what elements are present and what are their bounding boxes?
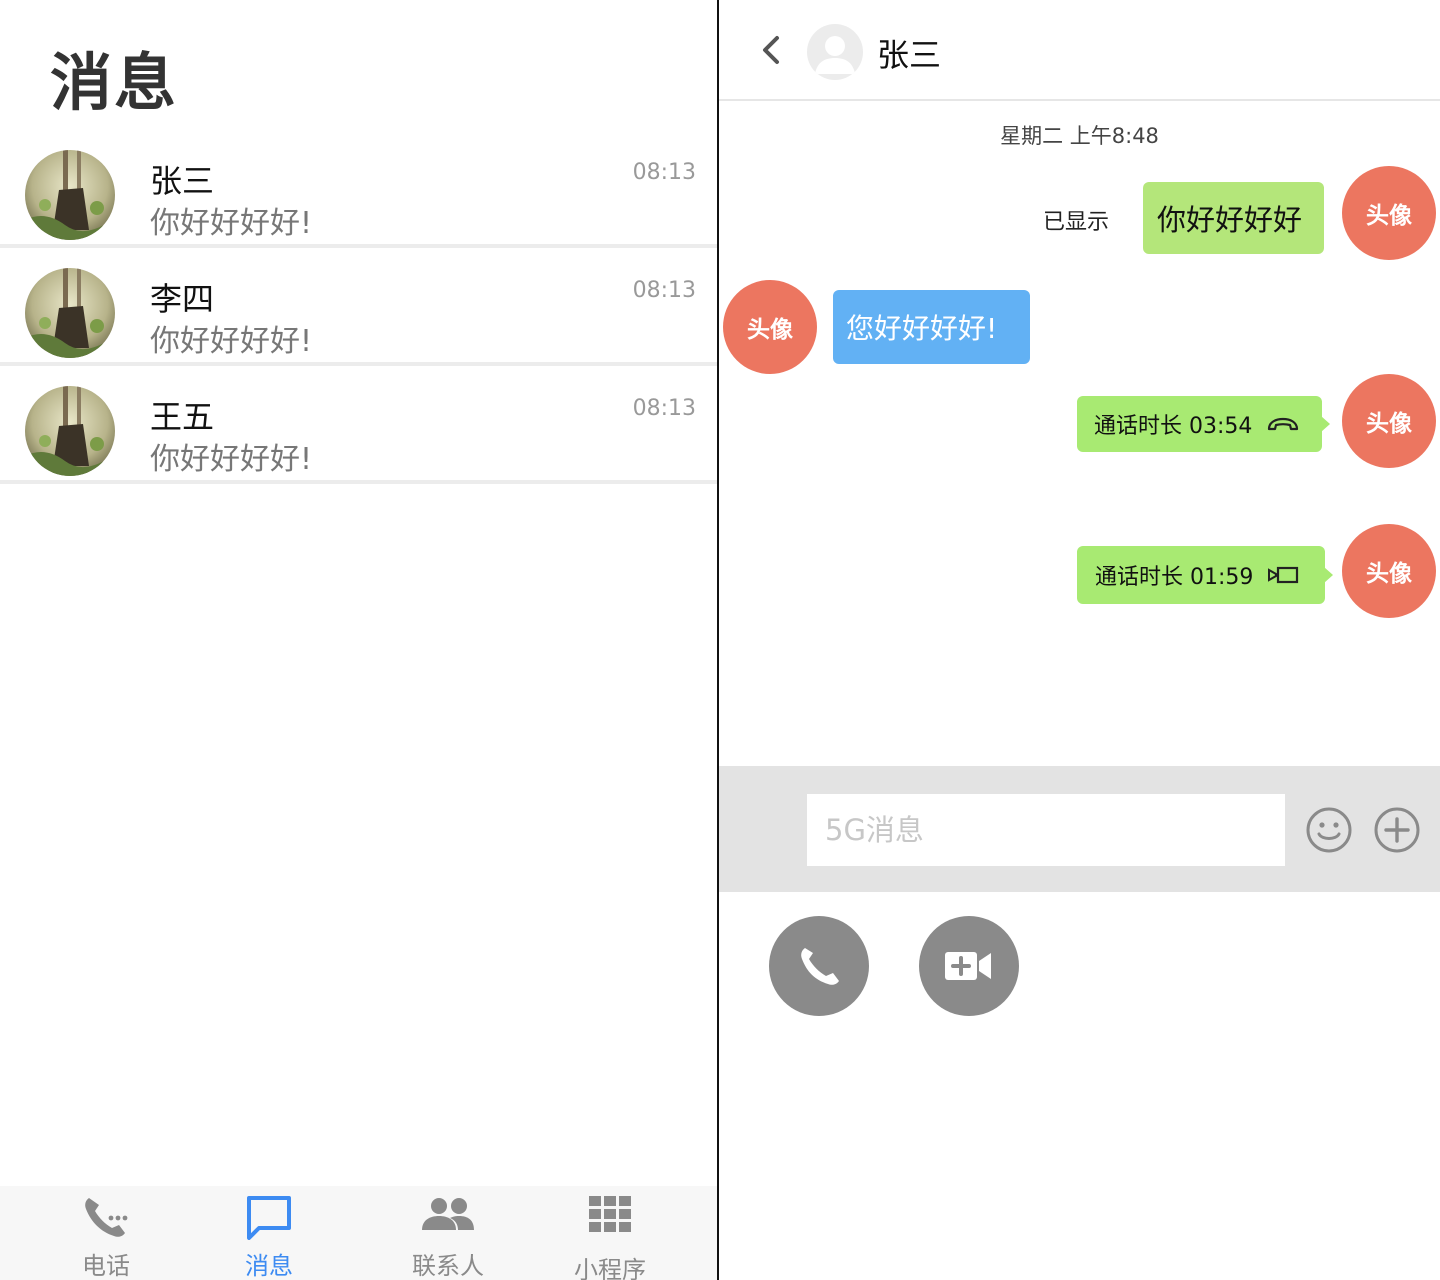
chat-screen: 张三 星期二 上午8:48 已显示 你好好好好 头像 头像 您好好好好! 通话时…	[719, 0, 1440, 1280]
contact-message-avatar[interactable]: 头像	[723, 280, 817, 374]
contact-name: 张三	[150, 162, 215, 200]
nature-photo-icon	[25, 150, 115, 240]
message-input[interactable]	[807, 794, 1285, 866]
contact-name: 王五	[150, 398, 215, 436]
page-title: 消息	[50, 46, 179, 119]
grid-apps-icon	[587, 1194, 633, 1238]
tab-mini-programs[interactable]: 小程序	[550, 1186, 670, 1280]
nature-photo-icon	[25, 268, 115, 358]
hangup-icon	[1266, 415, 1300, 433]
more-button[interactable]	[1373, 806, 1421, 854]
message-thread: 星期二 上午8:48 已显示 你好好好好 头像 头像 您好好好好! 通话时长 0…	[719, 101, 1440, 766]
phone-dial-icon	[81, 1194, 131, 1244]
sent-message-bubble[interactable]: 你好好好好	[1143, 182, 1324, 254]
contacts-icon	[420, 1194, 476, 1242]
message-list-screen: 消息 张三 你好好好好! 08:13 李四 你好好好好! 08:13 王五 你好…	[0, 0, 717, 1280]
tab-label: 联系人	[412, 1252, 484, 1280]
my-avatar[interactable]: 头像	[1342, 166, 1436, 260]
avatar	[25, 268, 115, 358]
message-preview: 你好好好好!	[150, 442, 313, 477]
tab-phone[interactable]: 电话	[46, 1186, 166, 1280]
chevron-left-icon	[763, 36, 779, 64]
contact-avatar[interactable]	[807, 24, 863, 80]
contact-name: 李四	[150, 280, 215, 318]
my-avatar[interactable]: 头像	[1342, 524, 1436, 618]
bubble-tail	[1321, 416, 1330, 432]
chat-contact-name: 张三	[877, 36, 942, 74]
message-icon	[245, 1194, 293, 1244]
call-record-bubble[interactable]: 通话时长 03:54	[1077, 396, 1330, 452]
tab-messages[interactable]: 消息	[209, 1186, 329, 1280]
video-camera-icon	[945, 952, 991, 980]
my-avatar[interactable]: 头像	[1342, 374, 1436, 468]
phone-icon	[801, 948, 839, 985]
call-duration-text: 通话时长 03:54	[1094, 414, 1253, 439]
tab-label: 消息	[245, 1252, 293, 1280]
voice-call-button[interactable]	[769, 916, 869, 1016]
chat-header: 张三	[719, 0, 1440, 101]
plus-circle-icon	[1374, 807, 1420, 853]
message-time: 08:13	[632, 396, 696, 421]
tab-label: 电话	[82, 1252, 130, 1280]
read-status: 已显示	[1043, 210, 1110, 235]
message-timestamp: 星期二 上午8:48	[1000, 124, 1159, 148]
call-record-bubble[interactable]: 通话时长 01:59	[1077, 546, 1333, 604]
emoji-button[interactable]	[1305, 806, 1353, 854]
message-text: 您好好好好!	[846, 312, 998, 345]
message-preview: 你好好好好!	[150, 324, 313, 359]
video-call-button[interactable]	[919, 916, 1019, 1016]
smiley-icon	[1306, 807, 1352, 853]
conversation-item-lisi[interactable]: 李四 你好好好好! 08:13	[0, 252, 717, 366]
bottom-tab-bar: 电话 消息 联系人 小程序	[0, 1186, 717, 1280]
avatar	[25, 150, 115, 240]
message-text: 你好好好好	[1157, 203, 1303, 237]
nature-photo-icon	[25, 386, 115, 476]
conversation-item-zhangsan[interactable]: 张三 你好好好好! 08:13	[0, 134, 717, 248]
received-message-bubble[interactable]: 您好好好好!	[833, 290, 1030, 364]
message-preview: 你好好好好!	[150, 206, 313, 241]
video-call-icon	[1267, 565, 1299, 585]
user-placeholder-icon	[815, 36, 855, 74]
tab-contacts[interactable]: 联系人	[388, 1186, 508, 1280]
message-input-bar	[719, 766, 1440, 892]
avatar	[25, 386, 115, 476]
tab-label: 小程序	[574, 1256, 646, 1280]
conversation-item-wangwu[interactable]: 王五 你好好好好! 08:13	[0, 370, 717, 484]
call-duration-text: 通话时长 01:59	[1095, 565, 1254, 590]
message-time: 08:13	[632, 278, 696, 303]
bubble-tail	[1324, 567, 1333, 583]
back-button[interactable]	[755, 30, 787, 70]
message-time: 08:13	[632, 160, 696, 185]
